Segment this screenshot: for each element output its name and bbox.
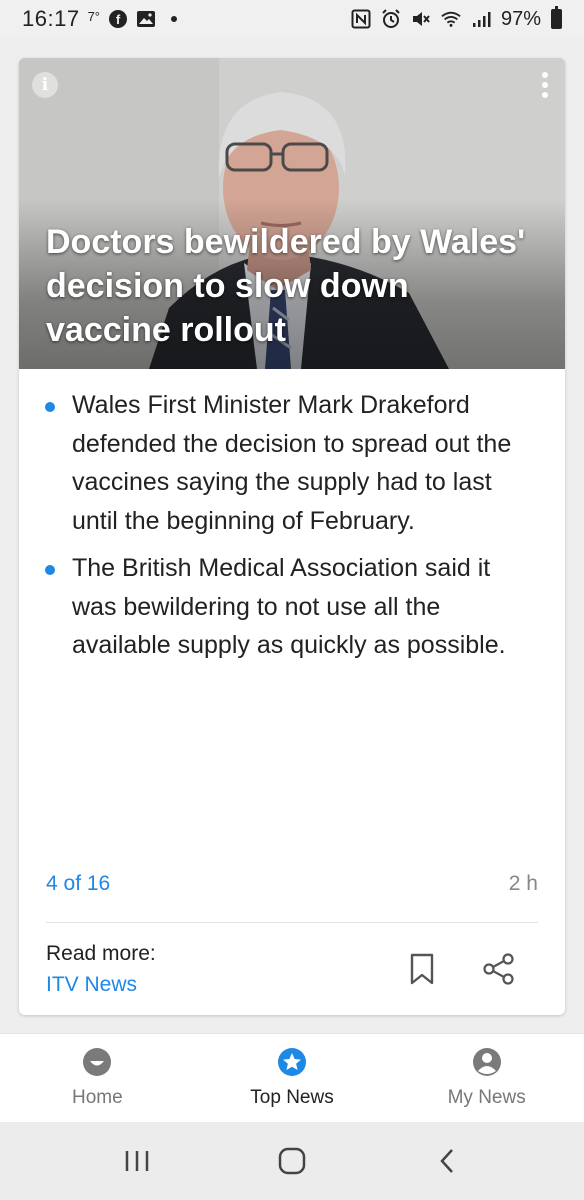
back-button[interactable]: [417, 1141, 477, 1181]
bullet-dot-icon: [45, 565, 55, 575]
article-title[interactable]: Doctors bewildered by Wales' decision to…: [46, 220, 526, 352]
list-item: The British Medical Association said it …: [45, 549, 535, 665]
bullet-dot-icon: [45, 402, 55, 412]
battery-icon: [551, 6, 562, 29]
home-outline-icon: [278, 1147, 306, 1175]
star-badge-icon: [278, 1048, 306, 1076]
recent-apps-icon: [126, 1151, 149, 1171]
recent-apps-button[interactable]: [107, 1141, 167, 1181]
signal-icon: [471, 9, 491, 29]
list-item: Wales First Minister Mark Drakeford defe…: [45, 386, 535, 540]
bullet-text: The British Medical Association said it …: [72, 554, 506, 659]
nav-top-news-label: Top News: [250, 1087, 334, 1108]
story-position: 4 of 16: [46, 872, 111, 895]
facebook-icon: f: [108, 9, 128, 29]
hero-image[interactable]: i Doctors bewildered by Wales' decision …: [19, 58, 565, 369]
source-link[interactable]: ITV News: [46, 973, 137, 997]
home-button[interactable]: [262, 1141, 322, 1181]
nfc-icon: [351, 9, 371, 29]
svg-text:f: f: [116, 12, 121, 27]
status-temperature: 7°: [87, 8, 100, 24]
nav-my-news[interactable]: My News: [389, 1034, 584, 1122]
bookmark-icon[interactable]: [408, 953, 436, 985]
chevron-left-icon: [439, 1149, 453, 1173]
divider: [46, 922, 538, 923]
system-navigation-bar: [0, 1122, 584, 1200]
bottom-navigation: Home Top News My News: [0, 1033, 584, 1122]
nav-home[interactable]: Home: [0, 1034, 195, 1122]
bullet-text: Wales First Minister Mark Drakeford defe…: [72, 391, 512, 535]
more-options-icon[interactable]: [537, 70, 553, 100]
nav-my-news-label: My News: [447, 1087, 526, 1108]
nav-top-news[interactable]: Top News: [195, 1034, 390, 1122]
status-time: 16:17: [22, 6, 80, 31]
news-card[interactable]: i Doctors bewildered by Wales' decision …: [19, 58, 565, 1015]
summary-bullets: Wales First Minister Mark Drakeford defe…: [45, 386, 535, 674]
home-smile-icon: [83, 1048, 112, 1076]
nav-home-label: Home: [71, 1087, 123, 1108]
alarm-icon: [381, 9, 401, 29]
story-age: 2 h: [508, 872, 538, 895]
info-icon[interactable]: i: [32, 72, 58, 98]
share-icon[interactable]: [482, 953, 516, 985]
wifi-icon: [441, 9, 461, 29]
dot-icon: [164, 9, 184, 29]
battery-percent: 97%: [500, 7, 541, 30]
status-bar: 16:17 7° f 97%: [0, 0, 584, 38]
mute-icon: [411, 9, 431, 29]
read-more-label: Read more:: [46, 942, 156, 965]
person-icon: [472, 1048, 501, 1076]
gallery-icon: [136, 9, 156, 29]
